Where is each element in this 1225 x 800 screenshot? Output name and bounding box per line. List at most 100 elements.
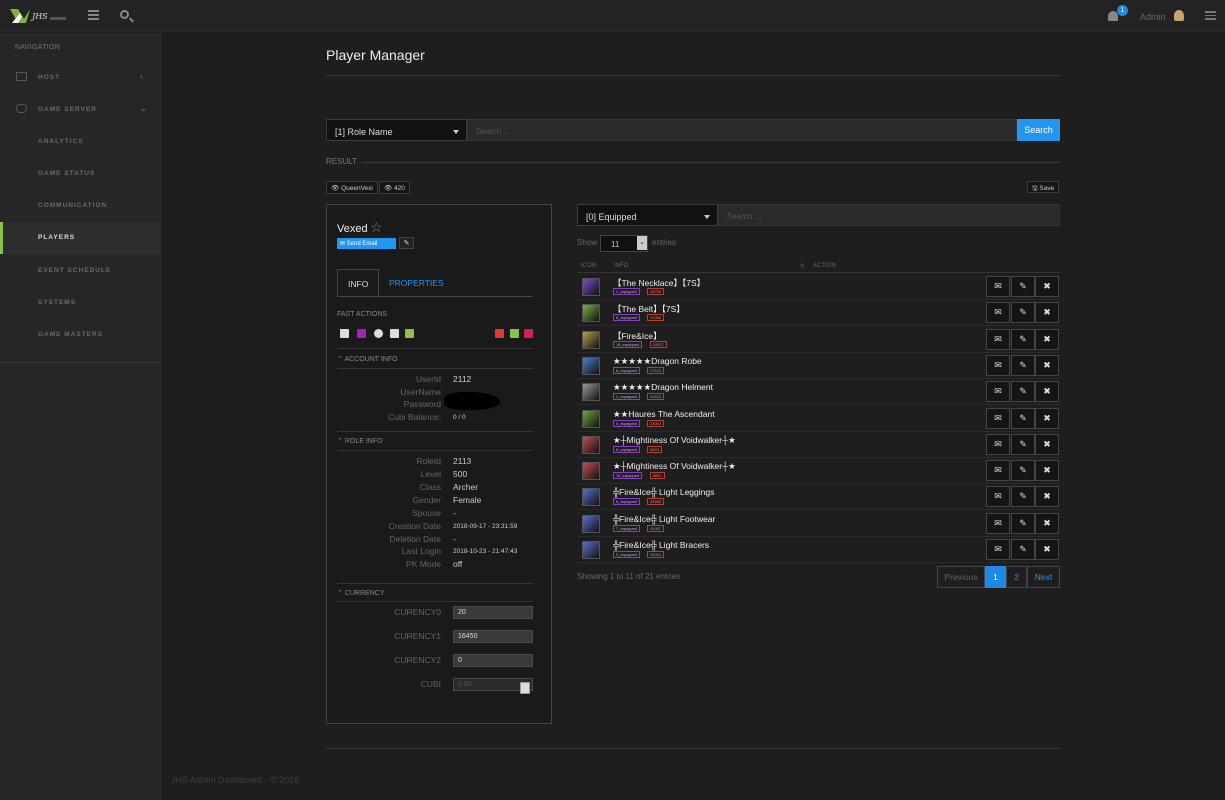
table-row[interactable]: ╬Fire&Ice╬ Light Footwear 7_equipped 45467… [577,511,1060,537]
close-icon[interactable]: ✖ [1035,328,1059,350]
page-1-button[interactable]: 1 [985,566,1006,588]
edit-icon[interactable]: ✎ [1011,539,1035,560]
close-icon[interactable]: ✖ [1035,354,1059,376]
item-name: ★┼Mightiness Of Voidwalker┼★ [613,461,736,472]
close-icon[interactable]: ✖ [1035,486,1059,508]
card-alt-icon[interactable] [357,329,366,338]
mail-icon[interactable]: ✉ [986,328,1010,350]
tab-properties[interactable]: PROPERTIES [379,269,454,297]
ban-icon[interactable] [510,329,519,338]
roleid-value: 2113 [453,456,472,466]
inventory-filter-select[interactable]: [0] Equipped [577,204,718,226]
table-row[interactable]: ╬Fire&Ice╬ Light Leggings 6_equipped 46466… [577,484,1060,511]
send-email-button[interactable]: ✉ Send Email [337,238,396,249]
mail-icon[interactable]: ✉ [986,302,1010,324]
edit-icon[interactable]: ✎ [1011,328,1035,350]
sidebar-item-systems[interactable]: SYSTEMS [0,287,160,319]
stepper-icon[interactable] [520,682,530,694]
user-icon[interactable] [390,329,399,338]
curency1-input[interactable] [453,630,533,643]
mail-icon[interactable]: ✉ [986,381,1010,403]
mail-icon[interactable]: ✉ [986,512,1010,534]
save-button[interactable]: 🖫 Save [1027,181,1060,193]
avatar[interactable] [1174,10,1184,21]
account-info-title[interactable]: ⌃ ACCOUNT INFO [337,355,398,363]
edit-icon[interactable]: ✎ [1011,407,1035,429]
sidebar-item-event-schedule[interactable]: EVENT SCHEDULE [0,255,160,287]
search-button[interactable]: Search [1017,119,1060,141]
mail-icon[interactable]: ✉ [986,433,1010,455]
options-menu-icon[interactable] [1205,11,1216,20]
star-icon[interactable]: ☆ [370,219,383,236]
close-icon[interactable]: ✖ [1035,407,1059,429]
close-icon[interactable]: ✖ [1035,539,1059,560]
menu-toggle-icon[interactable] [88,10,99,20]
column-header-icon[interactable]: ICON [581,263,596,269]
chevron-down-icon[interactable]: ⌄ [637,236,647,250]
sidebar-item-analytics[interactable]: ANALYTICS [0,126,160,158]
table-row[interactable]: ★┼Mightiness Of Voidwalker┼★ 8_equipped 88… [577,432,1060,458]
table-row[interactable]: ★┼Mightiness Of Voidwalker┼★ 10_equipped 8… [577,458,1060,485]
sidebar-item-players[interactable]: PLAYERS [0,222,160,254]
next-button[interactable]: Next [1027,566,1060,588]
column-header-info[interactable]: INFO [614,263,628,269]
mail-icon[interactable]: ✉ [986,354,1010,376]
globe-icon[interactable] [374,329,383,338]
table-row[interactable]: ★★★★★Dragon Robe 6_equipped 27622 ✉ ✎ ✖ [577,353,1060,379]
mail-icon[interactable]: ✉ [986,460,1010,482]
tab-info[interactable]: INFO [337,269,380,297]
edit-icon[interactable]: ✎ [1011,433,1035,455]
sidebar-item-communication[interactable]: COMMUNICATION [0,190,160,222]
sidebar-item-host[interactable]: HOST ‹ [0,62,160,94]
table-row[interactable]: 【Fire&Ice】 15_equipped 33037 ✉ ✎ ✖ [577,327,1060,353]
table-row[interactable]: ╬Fire&Ice╬ Light Bracers 3_equipped 45464 ✉… [577,537,1060,563]
search-icon[interactable] [120,10,129,19]
table-row[interactable]: 【The Belt】【7S】 6_equipped 41966 ✉ ✎ ✖ [577,300,1060,327]
previous-button[interactable]: Previous [937,566,985,588]
card-icon[interactable] [340,329,349,338]
mail-icon[interactable]: ✉ [986,407,1010,429]
table-row[interactable]: ★★★★★Dragon Helment 1_equipped 60833 ✉ ✎ ✖ [577,379,1060,406]
curency0-input[interactable] [453,606,533,619]
close-icon[interactable]: ✖ [1035,512,1059,534]
player-name-tag[interactable]: 👁 QueenVexi [326,181,378,194]
column-header-action[interactable]: ACTION [813,263,836,269]
role-info-title[interactable]: ⌃ ROLE INFO [337,437,383,445]
edit-icon[interactable]: ✎ [1011,354,1035,376]
close-icon[interactable]: ✖ [1035,302,1059,324]
edit-icon[interactable]: ✎ [1011,486,1035,508]
sidebar-item-game-masters[interactable]: GAME MASTERS [0,319,160,351]
edit-icon[interactable]: ✎ [1011,381,1035,403]
search-field-select[interactable]: [1] Role Name [326,119,467,141]
mail-icon[interactable]: ✉ [986,539,1010,560]
player-id-tag[interactable]: 👁 420 [379,181,410,194]
delete-icon[interactable] [495,329,504,338]
curency2-input[interactable] [453,654,533,667]
user-name[interactable]: Admin [1140,12,1166,22]
close-icon[interactable]: ✖ [1035,276,1059,297]
sort-icon[interactable]: ⇅ [800,263,805,270]
sidebar-item-game-server[interactable]: GAME SERVER ⌄ [0,94,160,126]
edit-icon[interactable]: ✎ [1011,512,1035,534]
edit-icon[interactable]: ✎ [1011,302,1035,324]
spouse-value: - [453,508,456,518]
close-icon[interactable]: ✖ [1035,381,1059,403]
currency-title[interactable]: ⌃ CURRENCY [337,589,384,597]
edit-icon[interactable]: ✎ [1011,276,1035,297]
mail-icon[interactable]: ✉ [986,486,1010,508]
edit-icon[interactable]: ✎ [1011,460,1035,482]
inventory-search-input[interactable]: Search ... [718,204,1060,226]
search-input[interactable]: Search ... [467,119,1017,141]
page-2-button[interactable]: 2 [1006,566,1027,588]
block-icon[interactable] [524,329,533,338]
sidebar-item-game-status[interactable]: GAME STATUS [0,158,160,190]
item-icon [582,462,600,481]
table-row[interactable]: ★★Haures The Ascendant 0_equipped 23003 ✉ ✎ ✖ [577,406,1060,432]
logo[interactable]: JHS [10,9,66,23]
close-icon[interactable]: ✖ [1035,460,1059,482]
table-row[interactable]: 【The Necklace】【7S】 2_equipped 46750 ✉ ✎ ✖ [577,274,1060,300]
close-icon[interactable]: ✖ [1035,433,1059,455]
mail-icon[interactable]: ✉ [986,276,1010,297]
edit-icon[interactable]: ✎ [399,237,414,249]
refresh-icon[interactable] [405,329,414,338]
